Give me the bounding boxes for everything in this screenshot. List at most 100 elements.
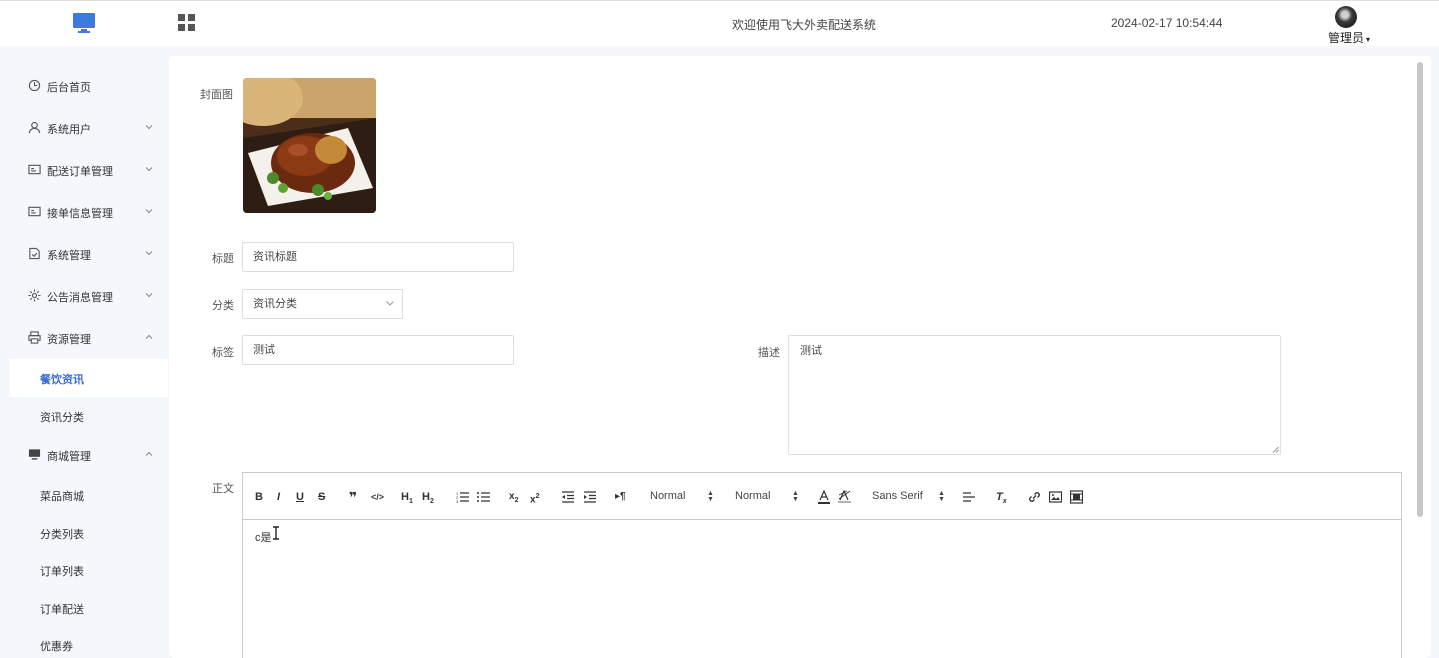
editor-toolbar: B I U S ❞ </> H1 H2 123 x2 x2 ▸¶ Normal … [243,473,1401,520]
outdent-icon[interactable] [562,490,574,504]
chevron-down-icon: ▾ [1366,35,1371,44]
text-color-icon[interactable] [818,490,830,504]
sidebar-sub-item-label: 优惠券 [40,641,73,653]
sun-icon [28,289,41,302]
sidebar-item-label: 系统管理 [47,250,91,262]
top-header: 欢迎使用飞大外卖配送系统 2024-02-17 10:54:44 管理员 ▾ [0,0,1439,46]
tag-input[interactable]: 测试 [242,335,514,365]
select-arrows-icon: ▲ ▼ [792,490,799,503]
clean-format-button[interactable]: Tx [996,490,1007,505]
sidebar-sub-item-category-list[interactable]: 分类列表 [10,514,168,552]
font-select[interactable]: Sans Serif ▲ ▼ [872,490,946,504]
header1-button[interactable]: H1 [401,490,413,505]
clock-icon [28,79,41,92]
sidebar-item-label: 商城管理 [47,451,91,463]
sidebar-sub-item-dish-mall[interactable]: 菜品商城 [10,476,168,514]
sidebar-item-home[interactable]: 后台首页 [0,65,168,107]
category-label: 分类 [212,300,234,312]
user-name: 管理员 [1328,31,1365,45]
sidebar-item-label: 资源管理 [47,334,91,346]
chevron-up-icon [145,451,153,456]
datetime-text: 2024-02-17 10:54:44 [1111,16,1223,30]
editor-content[interactable]: c是 [255,529,272,545]
blockquote-button[interactable]: ❞ [349,490,357,504]
sidebar-sub-item-order-delivery[interactable]: 订单配送 [10,589,168,627]
link-icon[interactable] [1028,490,1041,504]
sidebar-sub-item-food-news[interactable]: 餐饮资讯 [10,359,168,397]
user-menu[interactable]: 管理员 ▾ [1328,29,1370,46]
sidebar-item-order-info[interactable]: 接单信息管理 [0,191,168,233]
monitor-icon [28,449,41,460]
chevron-down-icon [145,125,153,130]
ordered-list-icon[interactable]: 123 [456,490,469,504]
description-textarea[interactable]: 测试 [788,335,1281,455]
resize-handle-icon[interactable] [1272,446,1279,453]
chevron-down-icon [145,293,153,298]
sidebar: 后台首页 系统用户 配送订单管理 接单信息管理 系统管理 公告消息管理 资源管理… [0,46,168,658]
size-select-value: Normal [735,490,771,502]
sidebar-item-delivery-orders[interactable]: 配送订单管理 [0,149,168,191]
avatar[interactable] [1335,6,1357,28]
sidebar-item-label: 公告消息管理 [47,292,113,304]
align-icon[interactable] [963,490,975,504]
chevron-down-icon [145,209,153,214]
indent-icon[interactable] [584,490,596,504]
code-block-button[interactable]: </> [371,490,384,504]
sidebar-item-system[interactable]: 系统管理 [0,233,168,275]
rich-text-editor[interactable]: B I U S ❞ </> H1 H2 123 x2 x2 ▸¶ Normal … [242,472,1402,658]
monitor-icon[interactable] [72,11,96,35]
font-select-value: Sans Serif [872,490,923,502]
sidebar-item-users[interactable]: 系统用户 [0,107,168,149]
underline-button[interactable]: U [296,490,304,504]
header-select[interactable]: Normal ▲ ▼ [650,490,714,504]
sidebar-sub-item-label: 资讯分类 [40,412,84,424]
background-color-icon[interactable] [838,490,851,504]
strike-button[interactable]: S [318,490,325,504]
food-image [243,78,376,213]
select-arrows-icon: ▲ ▼ [707,490,714,503]
user-icon [28,121,41,134]
sidebar-sub-item-news-category[interactable]: 资讯分类 [10,397,168,435]
cover-image[interactable] [243,78,376,213]
bold-button[interactable]: B [255,490,263,504]
sidebar-sub-item-label: 分类列表 [40,529,84,541]
sidebar-sub-item-label: 菜品商城 [40,491,84,503]
sidebar-item-label: 后台首页 [47,82,91,94]
sidebar-sub-item-label: 订单列表 [40,566,84,578]
sidebar-item-label: 接单信息管理 [47,208,113,220]
sidebar-sub-item-label: 餐饮资讯 [40,374,84,386]
sidebar-item-resources[interactable]: 资源管理 [0,317,168,359]
header2-button[interactable]: H2 [422,490,434,505]
sidebar-item-notices[interactable]: 公告消息管理 [0,275,168,317]
header-select-value: Normal [650,490,686,502]
sidebar-sub-item-label: 订单配送 [40,604,84,616]
scrollbar-thumb[interactable] [1417,62,1423,517]
chevron-down-icon [145,167,153,172]
grid-icon[interactable] [178,14,196,32]
size-select[interactable]: Normal ▲ ▼ [735,490,799,504]
select-arrows-icon: ▲ ▼ [938,490,945,503]
superscript-button[interactable]: x2 [530,490,539,505]
sidebar-sub-item-coupons[interactable]: 优惠券 [10,626,168,658]
description-label: 描述 [758,347,780,359]
page-scrollbar[interactable] [1415,60,1425,658]
card-icon [28,206,41,217]
chevron-down-icon [386,301,394,306]
text-cursor-icon [273,526,279,540]
title-input[interactable]: 资讯标题 [242,242,514,272]
text-direction-button[interactable]: ▸¶ [615,490,626,504]
sidebar-item-mall[interactable]: 商城管理 [0,434,168,476]
image-icon[interactable] [1049,490,1062,504]
cover-label: 封面图 [200,89,233,101]
sidebar-item-label: 配送订单管理 [47,166,113,178]
sidebar-sub-item-order-list[interactable]: 订单列表 [10,551,168,589]
subscript-button[interactable]: x2 [509,490,518,504]
italic-button[interactable]: I [277,490,280,504]
video-icon[interactable] [1070,490,1083,504]
tag-label: 标签 [212,347,234,359]
bullet-list-icon[interactable] [477,490,490,504]
category-select[interactable]: 资讯分类 [242,289,403,319]
svg-text:3: 3 [456,499,459,504]
card-icon [28,164,41,175]
chevron-up-icon [145,334,153,339]
